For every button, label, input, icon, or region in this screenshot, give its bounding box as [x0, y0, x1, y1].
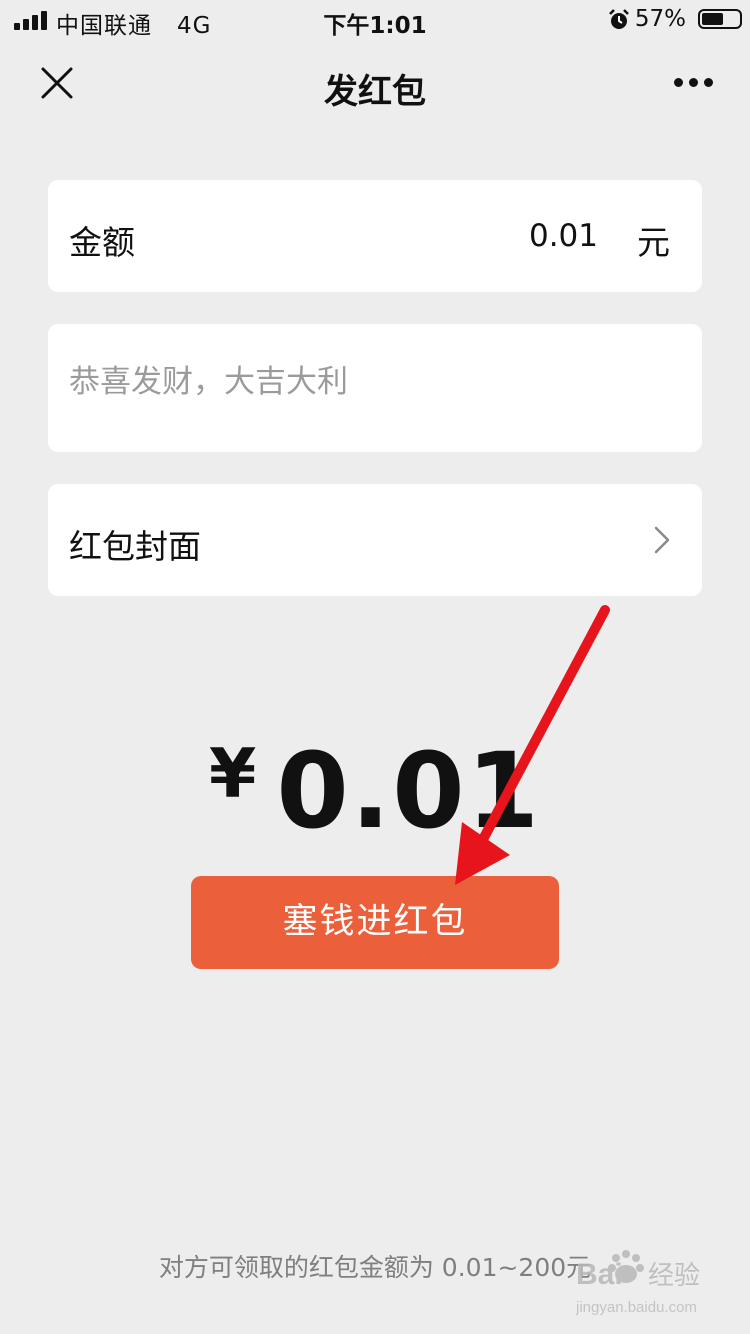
more-icon[interactable]	[674, 78, 714, 88]
amount-input[interactable]: 0.01	[529, 218, 598, 254]
currency-symbol: ¥	[209, 735, 257, 814]
red-packet-cover-row[interactable]: 红包封面	[48, 484, 702, 596]
total-amount: ¥0.01	[0, 730, 750, 852]
chevron-right-icon	[654, 526, 670, 554]
greeting-row[interactable]	[48, 324, 702, 452]
watermark-url: jingyan.baidu.com	[576, 1299, 697, 1316]
navigation-bar: 发红包	[0, 40, 750, 128]
status-bar: 中国联通 4G 下午1:01 57%	[0, 0, 750, 40]
battery-level-fill	[702, 13, 723, 25]
battery-percent: 57%	[634, 6, 686, 32]
annotation-arrow-icon	[455, 605, 610, 885]
baidu-watermark-logo: Bai 经验 jingyan.baidu.com	[576, 1250, 700, 1316]
page-title: 发红包	[324, 72, 426, 112]
svg-text:Bai: Bai	[576, 1258, 623, 1291]
svg-text:经验: 经验	[648, 1261, 700, 1291]
alarm-clock-icon	[609, 9, 629, 29]
amount-row[interactable]: 金额 0.01 元	[48, 180, 702, 292]
greeting-input[interactable]	[69, 364, 669, 400]
cover-label: 红包封面	[69, 527, 201, 566]
amount-unit: 元	[637, 223, 670, 262]
amount-label: 金额	[69, 223, 135, 262]
battery-icon	[698, 9, 742, 29]
